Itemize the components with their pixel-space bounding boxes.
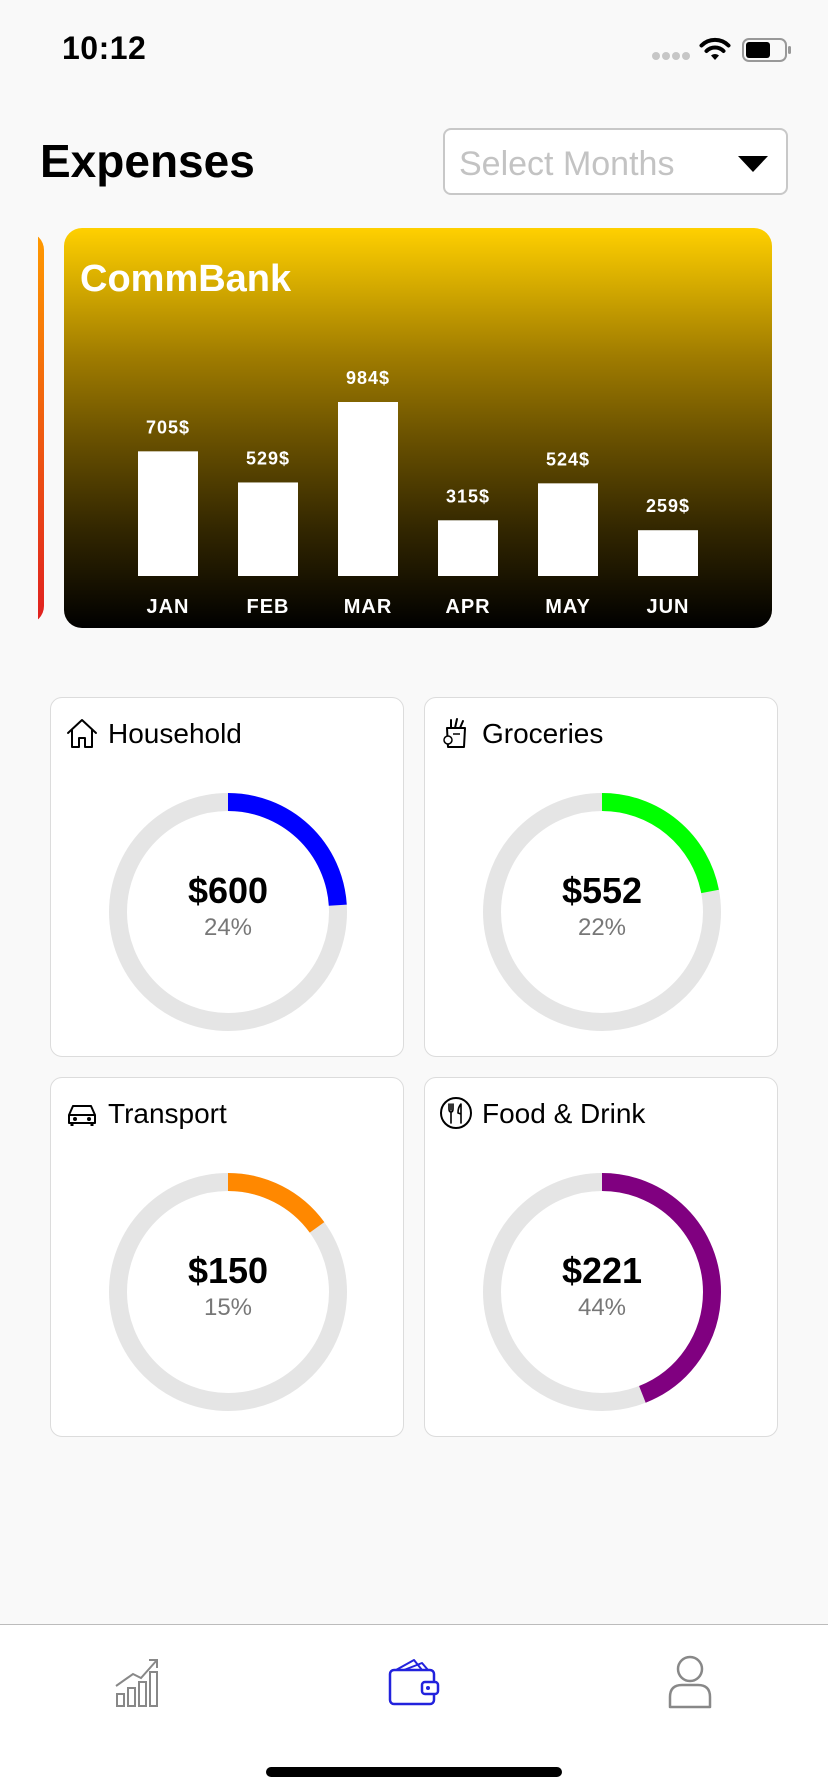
- category-label: Household: [108, 718, 242, 749]
- category-donut-chart: [109, 793, 347, 1031]
- bar-category-label: FEB: [247, 596, 290, 618]
- cellular-signal-icon: [652, 52, 692, 62]
- category-label: Groceries: [482, 718, 604, 749]
- category-label: Transport: [108, 1098, 227, 1129]
- bar-value-label: 984$: [346, 368, 390, 388]
- category-label: Food & Drink: [482, 1098, 646, 1129]
- category-card-transport[interactable]: Transport $150 15%: [50, 1077, 404, 1437]
- battery-icon: [742, 38, 791, 62]
- car-icon: [68, 1105, 96, 1126]
- category-card-groceries[interactable]: Groceries $552 22%: [424, 697, 778, 1057]
- bar-value-label: 529$: [246, 448, 290, 468]
- chevron-down-icon: [738, 156, 768, 172]
- tab-analytics[interactable]: [98, 1647, 178, 1717]
- bar-category-label: APR: [445, 596, 490, 618]
- home-indicator: [266, 1767, 562, 1777]
- bank-card[interactable]: CommBank 705$ JAN 529$ FEB 984$ MAR 315$ APR 524…: [64, 228, 772, 628]
- wallet-icon: [388, 1659, 440, 1706]
- tab-wallet[interactable]: [374, 1647, 454, 1717]
- bar-apr: [438, 520, 498, 576]
- fork-knife-icon: [440, 1097, 472, 1129]
- status-bar: 10:12: [0, 0, 828, 100]
- bar-may: [538, 483, 598, 576]
- category-donut-chart: [483, 1173, 721, 1411]
- chart-growth-icon: [115, 1659, 158, 1707]
- category-amount: $552: [561, 870, 643, 911]
- bar-mar: [338, 402, 398, 576]
- status-time: 10:12: [62, 30, 147, 66]
- house-icon: [67, 719, 97, 748]
- grocery-bag-icon: [443, 718, 466, 748]
- bar-category-label: JUN: [646, 596, 689, 618]
- category-donut-chart: [483, 793, 721, 1031]
- bar-category-label: JAN: [146, 596, 189, 618]
- bar-feb: [238, 482, 298, 576]
- bar-jun: [638, 530, 698, 576]
- tab-profile[interactable]: [650, 1647, 730, 1717]
- bar-category-label: MAR: [344, 596, 393, 618]
- month-select-placeholder: Select Months: [459, 145, 675, 183]
- bar-category-label: MAY: [545, 596, 591, 618]
- bar-value-label: 315$: [446, 486, 490, 506]
- bar-value-label: 524$: [546, 449, 590, 469]
- category-card-household[interactable]: Household $600 24%: [50, 697, 404, 1057]
- category-percent: 44%: [577, 1294, 627, 1321]
- bar-value-label: 705$: [146, 417, 190, 437]
- tab-bar: [0, 1624, 828, 1792]
- expenses-screen: 10:12 Expenses Select Months CommBank 70…: [0, 0, 828, 1792]
- page-title: Expenses: [40, 135, 255, 187]
- month-select-dropdown[interactable]: Select Months: [443, 128, 788, 195]
- category-card-food-drink[interactable]: Food & Drink $221 44%: [424, 1077, 778, 1437]
- category-amount: $150: [187, 1250, 269, 1291]
- category-amount: $600: [187, 870, 269, 911]
- category-percent: 22%: [577, 914, 627, 941]
- wifi-icon: [699, 37, 731, 60]
- bar-jan: [138, 451, 198, 576]
- category-percent: 24%: [203, 914, 253, 941]
- category-donut-chart: [109, 1173, 347, 1411]
- profile-icon: [668, 1655, 712, 1709]
- category-amount: $221: [561, 1250, 643, 1291]
- bar-value-label: 259$: [646, 496, 690, 516]
- monthly-expenses-bar-chart: 705$ JAN 529$ FEB 984$ MAR 315$ APR 524$ MAY 259$ J…: [138, 368, 698, 618]
- category-percent: 15%: [203, 1294, 253, 1321]
